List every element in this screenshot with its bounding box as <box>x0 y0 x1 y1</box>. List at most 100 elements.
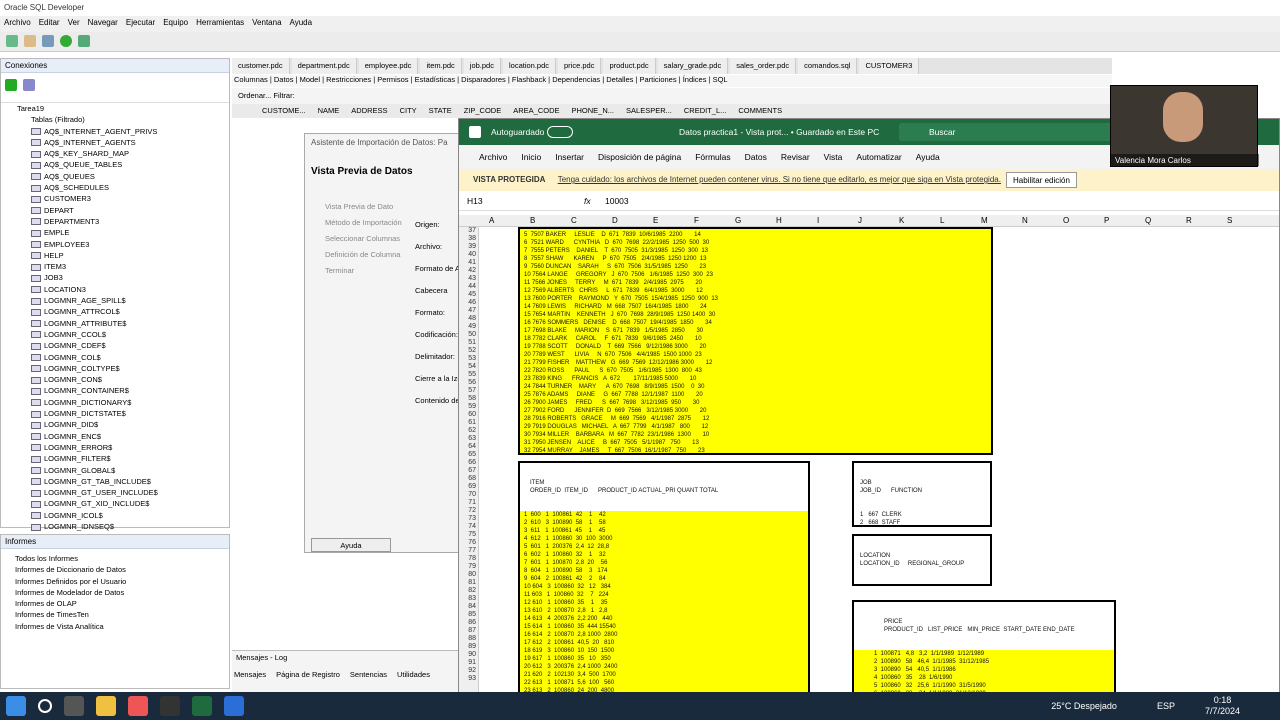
table-node[interactable]: LOGMNR_GT_USER_INCLUDE$ <box>3 487 229 498</box>
filter-bar[interactable]: Ordenar... Filtrar: <box>232 88 1112 104</box>
row-header[interactable]: 73 <box>459 515 476 523</box>
table-node[interactable]: LOGMNR_CDEF$ <box>3 340 229 351</box>
column-header[interactable]: C <box>571 216 577 225</box>
document-title[interactable]: Datos practica1 - Vista prot... • Guarda… <box>679 127 879 137</box>
table-node[interactable]: LOGMNR_CCOL$ <box>3 329 229 340</box>
table-node[interactable]: ITEM3 <box>3 261 229 272</box>
weather-text[interactable]: 25°C Despejado <box>1051 701 1117 711</box>
messages-tab[interactable]: Sentencias <box>350 670 387 679</box>
column-header[interactable]: O <box>1063 216 1069 225</box>
column-header[interactable]: A <box>489 216 494 225</box>
row-header[interactable]: 74 <box>459 523 476 531</box>
column-header[interactable]: L <box>940 216 944 225</box>
row-header[interactable]: 40 <box>459 251 476 259</box>
menu-item[interactable]: Ver <box>68 18 80 30</box>
row-header[interactable]: 75 <box>459 531 476 539</box>
messages-tab[interactable]: Página de Registro <box>276 670 340 679</box>
row-header[interactable]: 92 <box>459 667 476 675</box>
table-node[interactable]: AQ$_KEY_SHARD_MAP <box>3 148 229 159</box>
zoom-icon[interactable] <box>224 696 244 716</box>
table-node[interactable]: LOGMNR_CON$ <box>3 374 229 385</box>
row-header[interactable]: 48 <box>459 315 476 323</box>
row-header[interactable]: 64 <box>459 443 476 451</box>
row-header[interactable]: 53 <box>459 355 476 363</box>
column-header[interactable]: P <box>1104 216 1109 225</box>
row-header[interactable]: 56 <box>459 379 476 387</box>
row-header[interactable]: 88 <box>459 635 476 643</box>
column-header[interactable]: J <box>858 216 862 225</box>
row-header[interactable]: 80 <box>459 571 476 579</box>
row-header[interactable]: 89 <box>459 643 476 651</box>
object-subtabs[interactable]: Columnas | Datos | Model | Restricciones… <box>232 75 1112 87</box>
table-node[interactable]: LOGMNR_ATTRIBUTE$ <box>3 318 229 329</box>
row-header[interactable]: 70 <box>459 491 476 499</box>
new-icon[interactable] <box>6 35 18 47</box>
row-header[interactable]: 62 <box>459 427 476 435</box>
table-node[interactable]: LOGMNR_AGE_SPILL$ <box>3 295 229 306</box>
ribbon-tab[interactable]: Vista <box>824 152 843 162</box>
row-header[interactable]: 82 <box>459 587 476 595</box>
grid-column-header[interactable]: COMMENTS <box>738 106 782 116</box>
table-node[interactable]: LOGMNR_DID$ <box>3 419 229 430</box>
menu-item[interactable]: Ejecutar <box>126 18 155 30</box>
messages-tab[interactable]: Utilidades <box>397 670 430 679</box>
ribbon-tab[interactable]: Fórmulas <box>695 152 730 162</box>
row-header[interactable]: 84 <box>459 603 476 611</box>
editor-tab[interactable]: product.pdc <box>603 58 656 74</box>
column-header[interactable]: N <box>1022 216 1028 225</box>
table-node[interactable]: LOGMNR_DICTIONARY$ <box>3 397 229 408</box>
autosave-toggle[interactable] <box>547 126 573 138</box>
column-header[interactable]: R <box>1186 216 1192 225</box>
column-header[interactable]: M <box>981 216 988 225</box>
editor-tab[interactable]: salary_grade.pdc <box>657 58 729 74</box>
clock[interactable]: 0:18 7/7/2024 <box>1205 695 1240 717</box>
row-header[interactable]: 90 <box>459 651 476 659</box>
row-header[interactable]: 49 <box>459 323 476 331</box>
editor-tab[interactable]: location.pdc <box>502 58 557 74</box>
report-node[interactable]: Informes de TimesTen <box>15 609 229 620</box>
row-header[interactable]: 57 <box>459 387 476 395</box>
language-indicator[interactable]: ESP <box>1157 701 1175 711</box>
row-header[interactable]: 81 <box>459 579 476 587</box>
table-node[interactable]: AQ$_QUEUE_TABLES <box>3 159 229 170</box>
column-header[interactable]: B <box>530 216 535 225</box>
row-header[interactable]: 68 <box>459 475 476 483</box>
ribbon-tab[interactable]: Ayuda <box>916 152 940 162</box>
table-node[interactable]: LOGMNR_GT_TAB_INCLUDE$ <box>3 476 229 487</box>
row-header[interactable]: 38 <box>459 235 476 243</box>
ribbon-tab[interactable]: Inicio <box>521 152 541 162</box>
grid-column-header[interactable]: ADDRESS <box>351 106 387 116</box>
tree-root[interactable]: Tarea19 <box>3 103 229 114</box>
grid-column-header[interactable]: ZIP_CODE <box>464 106 502 116</box>
app-icon[interactable] <box>64 696 84 716</box>
ribbon-tab[interactable]: Revisar <box>781 152 810 162</box>
row-header[interactable]: 77 <box>459 547 476 555</box>
row-header[interactable]: 67 <box>459 467 476 475</box>
grid-column-header[interactable]: PHONE_N... <box>572 106 615 116</box>
ribbon-tab[interactable]: Automatizar <box>856 152 901 162</box>
report-node[interactable]: Informes de OLAP <box>15 598 229 609</box>
tree-tables[interactable]: Tablas (Filtrado) <box>3 114 229 125</box>
row-header[interactable]: 45 <box>459 291 476 299</box>
table-node[interactable]: AQ$_INTERNET_AGENTS <box>3 137 229 148</box>
table-node[interactable]: LOGMNR_FILTER$ <box>3 453 229 464</box>
row-header[interactable]: 60 <box>459 411 476 419</box>
table-node[interactable]: JOB3 <box>3 272 229 283</box>
table-node[interactable]: AQ$_QUEUES <box>3 171 229 182</box>
column-header[interactable]: Q <box>1145 216 1151 225</box>
row-header[interactable]: 61 <box>459 419 476 427</box>
row-header[interactable]: 69 <box>459 483 476 491</box>
explorer-icon[interactable] <box>96 696 116 716</box>
row-header[interactable]: 83 <box>459 595 476 603</box>
table-node[interactable]: LOGMNR_CONTAINER$ <box>3 385 229 396</box>
row-header[interactable]: 58 <box>459 395 476 403</box>
column-header[interactable]: D <box>612 216 618 225</box>
table-node[interactable]: HELP <box>3 250 229 261</box>
table-node[interactable]: LOGMNR_COLTYPE$ <box>3 363 229 374</box>
row-header[interactable]: 39 <box>459 243 476 251</box>
row-header[interactable]: 85 <box>459 611 476 619</box>
row-header[interactable]: 63 <box>459 435 476 443</box>
menu-item[interactable]: Navegar <box>88 18 118 30</box>
editor-tab[interactable]: job.pdc <box>463 58 501 74</box>
column-header[interactable]: H <box>776 216 782 225</box>
